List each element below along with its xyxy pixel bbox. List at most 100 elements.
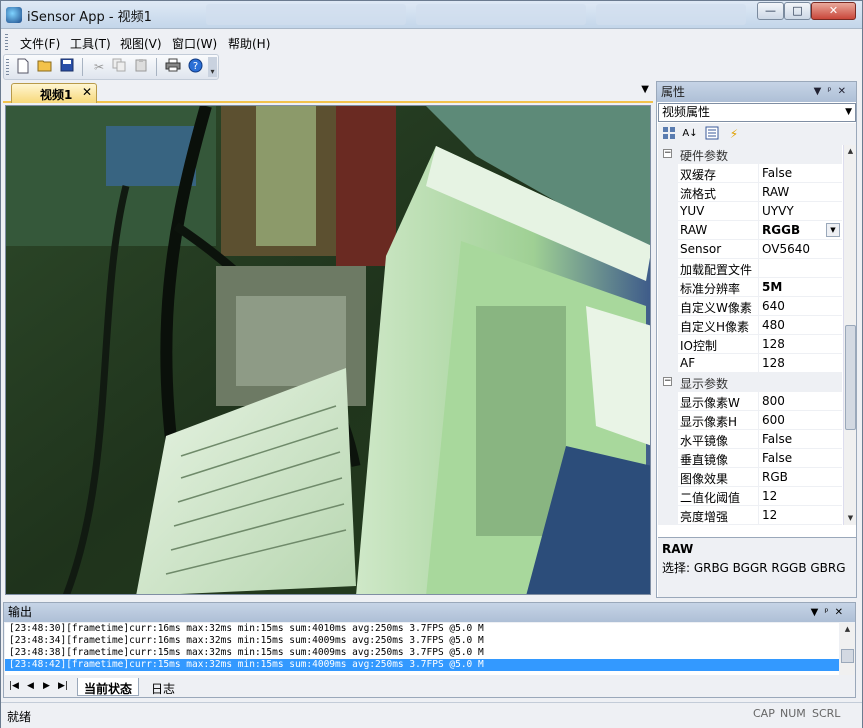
- scroll-up-icon[interactable]: ▲: [844, 145, 857, 158]
- property-row[interactable]: AF 128: [658, 354, 842, 373]
- property-category[interactable]: − 硬件参数: [658, 145, 842, 164]
- output-scrollbar[interactable]: ▲: [840, 623, 855, 675]
- menu-file[interactable]: 文件(F): [20, 35, 60, 52]
- toolbar-overflow-icon[interactable]: ▾: [208, 57, 217, 77]
- column-divider[interactable]: [758, 411, 759, 430]
- close-button[interactable]: ✕: [811, 2, 856, 20]
- property-row[interactable]: 自定义W像素 640: [658, 297, 842, 316]
- property-value[interactable]: 5M: [762, 280, 782, 294]
- column-divider[interactable]: [758, 278, 759, 297]
- column-divider[interactable]: [758, 183, 759, 202]
- property-value[interactable]: 480: [762, 318, 785, 332]
- property-value[interactable]: UYVY: [762, 204, 794, 218]
- property-row[interactable]: 双缓存 False: [658, 164, 842, 183]
- property-row[interactable]: 水平镜像 False: [658, 430, 842, 449]
- column-divider[interactable]: [758, 221, 759, 240]
- new-file-icon[interactable]: [14, 58, 32, 76]
- copy-icon[interactable]: [110, 58, 128, 76]
- events-lightning-icon[interactable]: ⚡: [726, 126, 742, 142]
- property-value[interactable]: False: [762, 432, 792, 446]
- property-row[interactable]: YUV UYVY: [658, 202, 842, 221]
- property-value[interactable]: 12: [762, 508, 777, 522]
- property-pages-icon[interactable]: [704, 126, 720, 142]
- column-divider[interactable]: [758, 354, 759, 373]
- property-row[interactable]: 标准分辨率 5M: [658, 278, 842, 297]
- tab-close-icon[interactable]: ✕: [82, 85, 92, 99]
- property-row[interactable]: 流格式 RAW: [658, 183, 842, 202]
- print-icon[interactable]: [164, 58, 182, 76]
- tab-log[interactable]: 日志: [145, 678, 181, 696]
- categorized-icon[interactable]: [661, 126, 677, 142]
- column-divider[interactable]: [758, 430, 759, 449]
- cut-icon[interactable]: ✂: [90, 58, 108, 76]
- help-icon[interactable]: ?: [186, 58, 204, 76]
- alphabetical-sort-icon[interactable]: A↓: [682, 126, 698, 142]
- property-row[interactable]: IO控制 128: [658, 335, 842, 354]
- property-row[interactable]: 垂直镜像 False: [658, 449, 842, 468]
- column-divider[interactable]: [758, 449, 759, 468]
- property-value[interactable]: False: [762, 451, 792, 465]
- column-divider[interactable]: [758, 202, 759, 221]
- collapse-icon[interactable]: −: [663, 149, 672, 158]
- chevron-down-icon[interactable]: ▼: [826, 223, 840, 237]
- property-value[interactable]: 600: [762, 413, 785, 427]
- log-line[interactable]: [23:48:34][frametime]curr:16ms max:32ms …: [5, 635, 839, 647]
- next-page-icon[interactable]: ▶: [43, 681, 50, 691]
- property-row[interactable]: 二值化阈值 12: [658, 487, 842, 506]
- scroll-thumb[interactable]: [845, 325, 856, 430]
- property-value[interactable]: 800: [762, 394, 785, 408]
- scroll-thumb[interactable]: [841, 649, 854, 663]
- column-divider[interactable]: [758, 392, 759, 411]
- pin-icon[interactable]: ᵖ: [827, 86, 837, 97]
- tab-list-dropdown-icon[interactable]: ▼: [641, 84, 649, 95]
- paste-icon[interactable]: [132, 58, 150, 76]
- save-icon[interactable]: [58, 58, 76, 76]
- maximize-button[interactable]: □: [784, 2, 811, 20]
- column-divider[interactable]: [758, 164, 759, 183]
- title-bar[interactable]: iSensor App - 视频1 — □ ✕: [1, 1, 862, 29]
- panel-dropdown-icon[interactable]: ▼: [811, 607, 825, 618]
- property-grid-scrollbar[interactable]: ▲ ▼: [843, 145, 856, 525]
- property-value[interactable]: 128: [762, 337, 785, 351]
- scroll-down-icon[interactable]: ▼: [844, 512, 857, 525]
- log-line[interactable]: [23:48:30][frametime]curr:16ms max:32ms …: [5, 623, 839, 635]
- menu-help[interactable]: 帮助(H): [228, 35, 270, 52]
- last-page-icon[interactable]: ▶|: [58, 681, 68, 691]
- column-divider[interactable]: [758, 297, 759, 316]
- column-divider[interactable]: [758, 487, 759, 506]
- output-log[interactable]: [23:48:30][frametime]curr:16ms max:32ms …: [5, 623, 839, 675]
- log-line[interactable]: [23:48:42][frametime]curr:15ms max:32ms …: [5, 659, 839, 671]
- property-value[interactable]: False: [762, 166, 792, 180]
- video-preview[interactable]: [5, 105, 651, 595]
- toolbar-grip-icon[interactable]: [6, 59, 9, 75]
- panel-dropdown-icon[interactable]: ▼: [814, 86, 828, 97]
- scroll-up-icon[interactable]: ▲: [840, 623, 855, 636]
- pin-icon[interactable]: ᵖ: [824, 607, 834, 618]
- first-page-icon[interactable]: |◀: [9, 681, 19, 691]
- column-divider[interactable]: [758, 335, 759, 354]
- collapse-icon[interactable]: −: [663, 377, 672, 386]
- column-divider[interactable]: [758, 468, 759, 487]
- menu-grip-icon[interactable]: [5, 34, 8, 50]
- property-value[interactable]: 12: [762, 489, 777, 503]
- property-value[interactable]: RGGB: [762, 223, 800, 237]
- property-value[interactable]: RGB: [762, 470, 788, 484]
- property-row[interactable]: RAW RGGB ▼: [658, 221, 842, 240]
- column-divider[interactable]: [758, 316, 759, 335]
- property-row[interactable]: 加载配置文件: [658, 259, 842, 278]
- property-value[interactable]: RAW: [762, 185, 789, 199]
- tab-current-status[interactable]: 当前状态: [77, 678, 140, 696]
- chevron-down-icon[interactable]: ▼: [845, 104, 852, 121]
- minimize-button[interactable]: —: [757, 2, 784, 20]
- tab-video1[interactable]: 视频1 ✕: [11, 83, 97, 103]
- column-divider[interactable]: [758, 240, 759, 259]
- property-row[interactable]: Sensor OV5640: [658, 240, 842, 259]
- property-row[interactable]: 显示像素W 800: [658, 392, 842, 411]
- panel-close-icon[interactable]: ✕: [835, 607, 849, 618]
- menu-tools[interactable]: 工具(T): [70, 35, 111, 52]
- property-row[interactable]: 图像效果 RGB: [658, 468, 842, 487]
- menu-window[interactable]: 窗口(W): [172, 35, 217, 52]
- property-value[interactable]: OV5640: [762, 242, 810, 256]
- property-category[interactable]: − 显示参数: [658, 373, 842, 392]
- panel-close-icon[interactable]: ✕: [838, 86, 852, 97]
